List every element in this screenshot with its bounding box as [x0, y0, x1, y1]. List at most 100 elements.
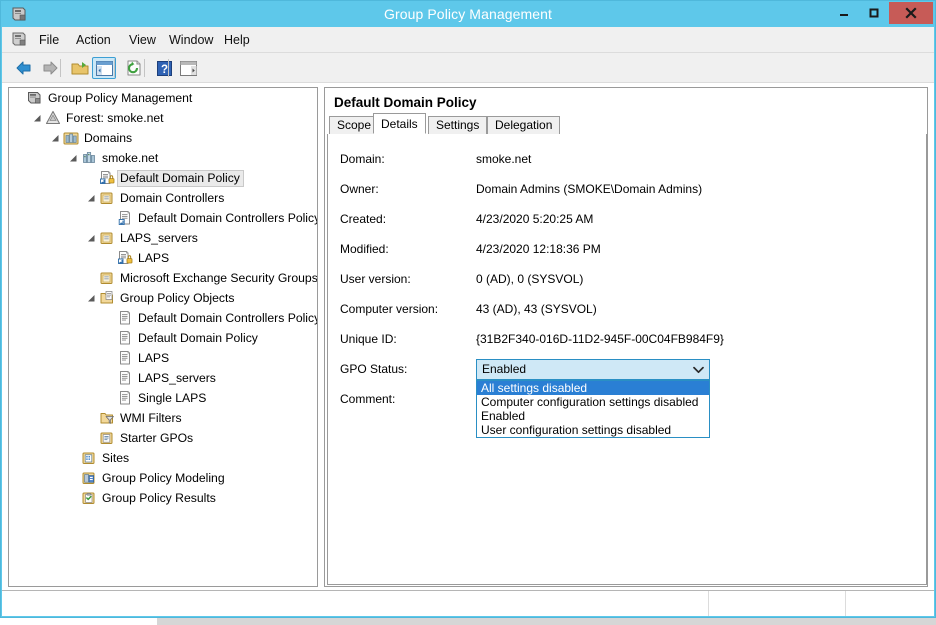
dropdown-option-enabled[interactable]: Enabled: [477, 409, 709, 423]
tree-item-group-policy-management[interactable]: Group Policy Management: [9, 88, 317, 108]
details-pane: Default Domain Policy Scope Details Sett…: [324, 87, 928, 587]
tree-item-label: Forest: smoke.net: [66, 110, 164, 125]
tab-settings[interactable]: Settings: [428, 116, 488, 134]
tree-item-label: WMI Filters: [120, 410, 182, 425]
tree-item-label: LAPS: [138, 250, 170, 265]
refresh-button[interactable]: [122, 57, 146, 79]
tree-item-default-domain-controllers-policy[interactable]: Default Domain Controllers Policy: [9, 308, 317, 328]
back-button[interactable]: [12, 57, 36, 79]
gpo-link-locked-icon: [98, 170, 115, 186]
tree-item-laps[interactable]: LAPS: [9, 248, 317, 268]
tree-item-label: LAPS_servers: [120, 230, 198, 245]
tree-item-laps-servers[interactable]: LAPS_servers: [9, 228, 317, 248]
gpo-status-label: GPO Status:: [340, 362, 408, 376]
wmi-filter-icon: [98, 410, 115, 426]
expand-collapse-icon[interactable]: [85, 292, 98, 305]
tab-strip: Scope Details Settings Delegation: [327, 113, 927, 135]
dropdown-option-all-settings-disabled[interactable]: All settings disabled: [477, 381, 709, 395]
gpo-icon: [116, 370, 133, 386]
tree-item-label: Group Policy Results: [102, 490, 216, 505]
status-bar-separator: [845, 591, 846, 616]
menu-window[interactable]: Window: [162, 27, 220, 53]
detail-value: 43 (AD), 43 (SYSVOL): [476, 302, 597, 316]
expand-collapse-icon[interactable]: [85, 192, 98, 205]
window-title: Group Policy Management: [383, 6, 553, 22]
menu-file[interactable]: File: [32, 27, 66, 53]
maximize-button[interactable]: [859, 2, 889, 24]
menu-view[interactable]: View: [122, 27, 163, 53]
tree-item-forest-smoke-net[interactable]: Forest: smoke.net: [9, 108, 317, 128]
dropdown-option-computer-config-disabled[interactable]: Computer configuration settings disabled: [477, 395, 709, 409]
gpo-status-combobox[interactable]: Enabled: [476, 359, 710, 380]
tree-item-label: LAPS_servers: [138, 370, 216, 385]
expand-collapse-icon[interactable]: [85, 232, 98, 245]
show-hide-console-tree-button[interactable]: [92, 57, 116, 79]
detail-value: smoke.net: [476, 152, 532, 166]
tree-item-domain-controllers[interactable]: Domain Controllers: [9, 188, 317, 208]
detail-label: Domain:: [340, 152, 385, 166]
tree-item-smoke-net[interactable]: smoke.net: [9, 148, 317, 168]
tree-item-group-policy-modeling[interactable]: Group Policy Modeling: [9, 468, 317, 488]
tree-item-wmi-filters[interactable]: WMI Filters: [9, 408, 317, 428]
show-action-pane-button[interactable]: [176, 57, 200, 79]
title-bar: Group Policy Management: [1, 1, 935, 27]
tree-item-group-policy-objects[interactable]: Group Policy Objects: [9, 288, 317, 308]
tree-item-laps[interactable]: LAPS: [9, 348, 317, 368]
tree-item-starter-gpos[interactable]: Starter GPOs: [9, 428, 317, 448]
console-root-icon: [26, 90, 43, 106]
tree-item-default-domain-policy[interactable]: Default Domain Policy: [9, 328, 317, 348]
detail-value: {31B2F340-016D-11D2-945F-00C04FB984F9}: [476, 332, 724, 346]
tree-item-label: Domains: [84, 130, 133, 145]
toolbar-separator: [114, 59, 115, 77]
help-button[interactable]: ?: [152, 57, 176, 79]
gpo-link-icon: [116, 210, 133, 226]
tree-item-default-domain-controllers-policy[interactable]: Default Domain Controllers Policy: [9, 208, 317, 228]
expand-collapse-icon[interactable]: [31, 112, 44, 125]
gpo-icon: [116, 390, 133, 406]
toolbar: ?: [2, 53, 934, 83]
menu-action[interactable]: Action: [69, 27, 118, 53]
gpo-icon: [116, 330, 133, 346]
tree-item-domains[interactable]: Domains: [9, 128, 317, 148]
tree-item-microsoft-exchange-security-groups[interactable]: Microsoft Exchange Security Groups: [9, 268, 317, 288]
close-button[interactable]: [889, 2, 933, 24]
svg-text:?: ?: [160, 63, 167, 75]
tree-item-group-policy-results[interactable]: Group Policy Results: [9, 488, 317, 508]
tree-item-laps-servers[interactable]: LAPS_servers: [9, 368, 317, 388]
expand-collapse-icon[interactable]: [67, 152, 80, 165]
chevron-down-icon[interactable]: [693, 360, 704, 379]
tree-item-single-laps[interactable]: Single LAPS: [9, 388, 317, 408]
tree-item-label: Group Policy Modeling: [102, 470, 225, 485]
tree-item-default-domain-policy[interactable]: Default Domain Policy: [9, 168, 317, 188]
console-tree[interactable]: Group Policy Management Forest: smoke.net…: [8, 87, 318, 587]
tree-item-label: Domain Controllers: [120, 190, 225, 205]
dropdown-option-user-config-disabled[interactable]: User configuration settings disabled: [477, 423, 709, 437]
comment-label: Comment:: [340, 392, 396, 406]
minimize-button[interactable]: [829, 2, 859, 24]
expand-collapse-icon[interactable]: [49, 132, 62, 145]
tab-details[interactable]: Details: [373, 113, 426, 134]
tab-scope[interactable]: Scope: [329, 116, 380, 134]
gpo-status-dropdown-list[interactable]: All settings disabled Computer configura…: [476, 380, 710, 438]
tree-item-sites[interactable]: Sites: [9, 448, 317, 468]
tree-item-label: Sites: [102, 450, 130, 465]
menu-bar: File Action View Window Help: [2, 27, 934, 75]
gpo-icon: [116, 310, 133, 326]
detail-value: 4/23/2020 5:20:25 AM: [476, 212, 594, 226]
taskbar-fragment: [0, 618, 157, 625]
toolbar-separator: [144, 59, 145, 77]
menu-help[interactable]: Help: [217, 27, 257, 53]
tab-delegation[interactable]: Delegation: [487, 116, 561, 134]
toolbar-separator: [60, 59, 61, 77]
toolbar-separator: [168, 59, 169, 77]
up-one-level-button[interactable]: [68, 57, 92, 79]
application-window: Group Policy Management File Action View: [0, 0, 936, 618]
